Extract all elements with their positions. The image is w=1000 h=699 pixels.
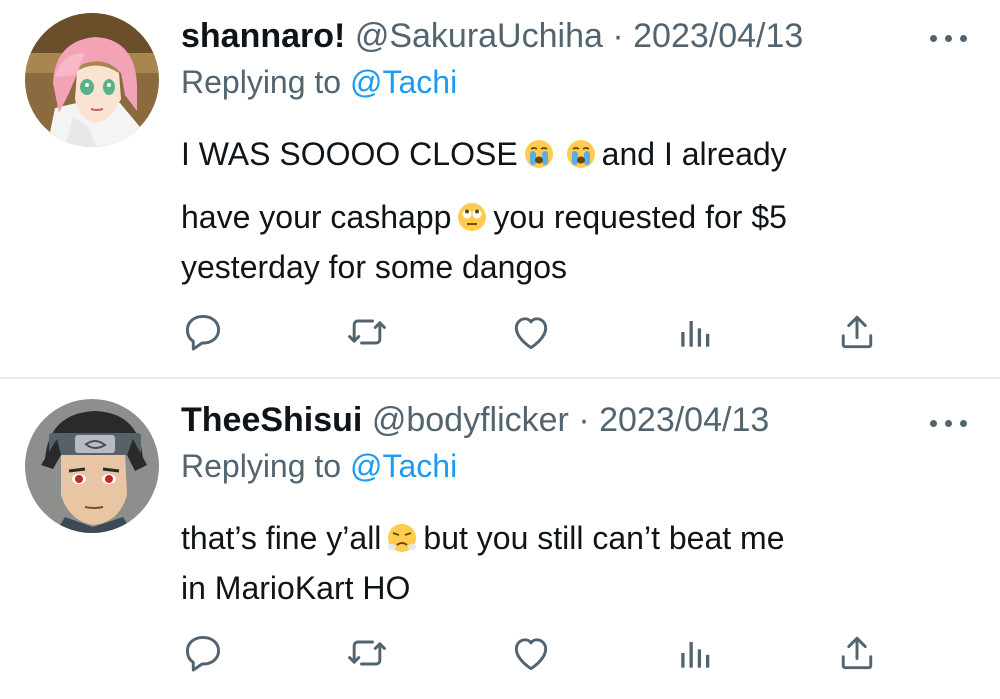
text-line: have your cashapp you requested for $5	[181, 194, 787, 244]
retweet-icon[interactable]	[345, 310, 395, 360]
like-icon[interactable]	[509, 310, 559, 360]
avatar[interactable]	[25, 399, 159, 533]
text-line: yesterday for some dangos	[181, 244, 787, 290]
views-icon[interactable]	[673, 631, 723, 681]
replying-to: Replying to @Tachi	[181, 446, 457, 486]
replying-to-label: Replying to	[181, 448, 342, 484]
views-icon[interactable]	[673, 310, 723, 360]
display-name[interactable]: TheeShisui	[181, 401, 362, 439]
text-segment: and I already	[601, 136, 787, 172]
headband-character-avatar-icon	[25, 399, 159, 533]
share-icon[interactable]	[835, 631, 885, 681]
face-with-steam-from-nose-icon	[387, 519, 417, 565]
tweet-header: shannaro! @SakuraUchiha · 2023/04/13	[181, 16, 803, 56]
mention-link[interactable]: @Tachi	[350, 64, 457, 100]
avatar[interactable]	[25, 13, 159, 147]
replying-to-label: Replying to	[181, 64, 342, 100]
text-line: in MarioKart HO	[181, 565, 784, 611]
tweet-header: TheeShisui @bodyflicker · 2023/04/13	[181, 400, 769, 440]
display-name[interactable]: shannaro!	[181, 17, 345, 55]
face-with-rolling-eyes-icon	[457, 198, 487, 244]
more-options-icon[interactable]	[930, 413, 968, 433]
tweet-actions	[0, 310, 1000, 360]
more-options-icon[interactable]	[930, 28, 968, 48]
tweet[interactable]: shannaro! @SakuraUchiha · 2023/04/13 Rep…	[0, 0, 1000, 377]
like-icon[interactable]	[509, 631, 559, 681]
mention-link[interactable]: @Tachi	[350, 448, 457, 484]
separator: ·	[612, 17, 624, 55]
text-segment: I WAS SOOOO CLOSE	[181, 136, 518, 172]
text-segment: that’s fine y’all	[181, 520, 382, 556]
loudly-crying-face-icon	[524, 135, 554, 181]
tweet-text: I WAS SOOOO CLOSE and I already have you…	[181, 131, 787, 290]
reply-icon[interactable]	[181, 631, 231, 681]
replying-to: Replying to @Tachi	[181, 62, 457, 102]
text-line: I WAS SOOOO CLOSE and I already	[181, 131, 787, 181]
user-handle[interactable]: @SakuraUchiha	[355, 17, 603, 55]
tweet-date[interactable]: 2023/04/13	[633, 17, 803, 55]
share-icon[interactable]	[835, 310, 885, 360]
tweet-date[interactable]: 2023/04/13	[599, 401, 769, 439]
loudly-crying-face-icon	[566, 135, 596, 181]
text-segment: but you still can’t beat me	[423, 520, 785, 556]
tweet-text: that’s fine y’all but you still can’t be…	[181, 515, 784, 611]
text-segment: yesterday for some dangos	[181, 249, 567, 285]
tweet-actions	[0, 631, 1000, 681]
text-segment: have your cashapp	[181, 199, 452, 235]
text-line: that’s fine y’all but you still can’t be…	[181, 515, 784, 565]
text-segment: you requested for $5	[493, 199, 787, 235]
text-segment: in MarioKart HO	[181, 570, 411, 606]
tweet[interactable]: TheeShisui @bodyflicker · 2023/04/13 Rep…	[0, 379, 1000, 699]
separator: ·	[578, 401, 590, 439]
reply-icon[interactable]	[181, 310, 231, 360]
retweet-icon[interactable]	[345, 631, 395, 681]
user-handle[interactable]: @bodyflicker	[372, 401, 569, 439]
pink-hair-character-avatar-icon	[25, 13, 159, 147]
